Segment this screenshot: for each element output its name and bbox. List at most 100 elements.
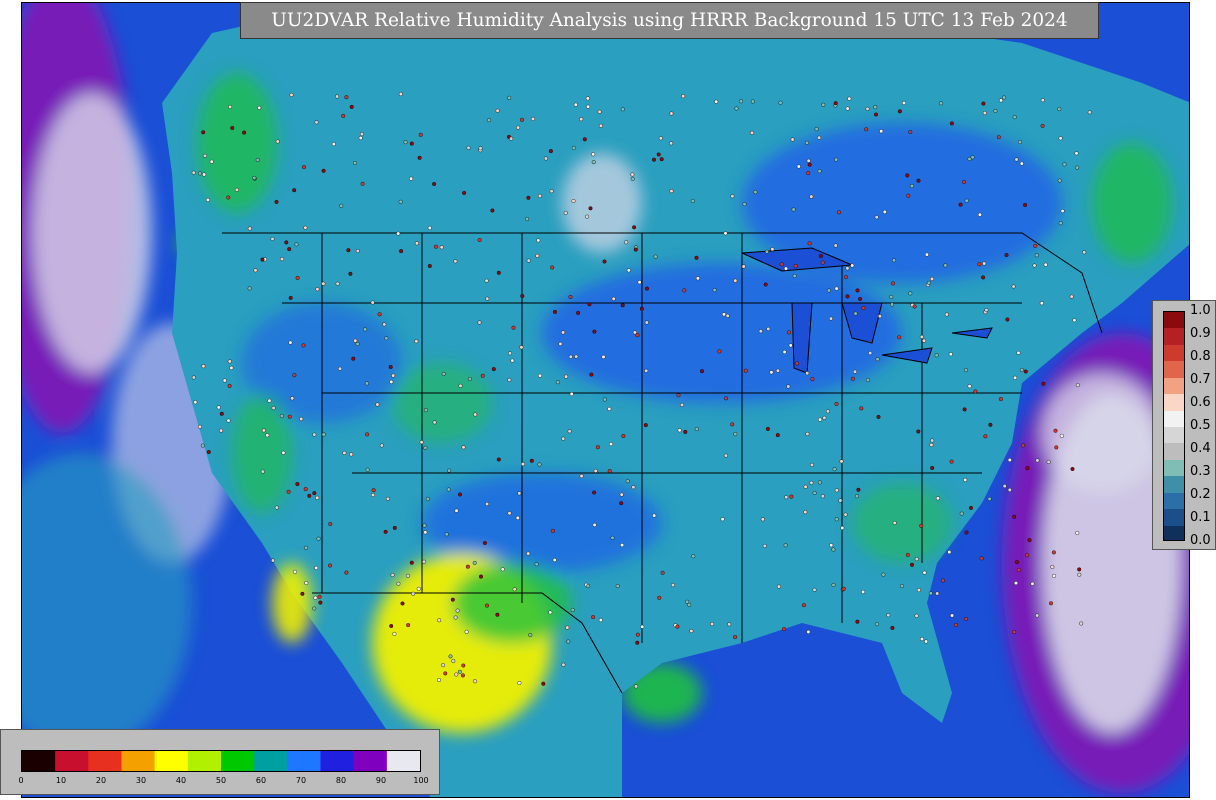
station-dot <box>379 443 384 448</box>
station-dot <box>843 512 848 517</box>
station-dot <box>293 569 298 574</box>
station-dot <box>727 622 732 627</box>
station-dot <box>312 606 317 611</box>
station-dot <box>677 428 682 433</box>
station-dot <box>500 567 505 572</box>
station-dot <box>963 477 968 482</box>
station-dot <box>809 194 814 199</box>
station-dot <box>886 613 891 618</box>
station-dot <box>561 330 566 335</box>
station-dot <box>1054 445 1059 450</box>
station-dot <box>227 383 232 388</box>
station-dot <box>805 140 810 145</box>
station-dot <box>315 495 320 500</box>
station-dot <box>710 622 715 627</box>
station-dot <box>302 165 307 170</box>
station-dot <box>882 209 887 214</box>
station-dot <box>950 613 955 618</box>
station-dot <box>303 225 308 230</box>
station-dot <box>477 237 482 242</box>
rh-colorbar-segment <box>386 751 420 771</box>
station-dot <box>977 262 982 267</box>
station-dot <box>219 411 224 416</box>
station-dot <box>550 265 555 270</box>
obs-colorbar-segment <box>1164 525 1184 540</box>
station-dot <box>874 112 879 117</box>
rh-colorbar-segment <box>254 751 288 771</box>
station-dot <box>1075 165 1080 170</box>
station-dot <box>905 552 910 557</box>
station-dot <box>473 412 478 417</box>
station-dot <box>423 530 428 535</box>
station-dot <box>831 583 836 588</box>
station-dot <box>267 398 272 403</box>
station-dot <box>834 401 839 406</box>
station-dot <box>482 541 487 546</box>
station-dot <box>834 517 839 522</box>
rh-colorbar-tick: 60 <box>255 776 267 785</box>
station-dot <box>940 578 945 583</box>
station-dot <box>1004 252 1009 257</box>
station-dot <box>635 333 640 338</box>
station-dot <box>635 632 640 637</box>
station-dot <box>1035 613 1040 618</box>
station-dot <box>810 377 815 382</box>
obs-colorbar-tick: 1.0 <box>1190 303 1211 318</box>
station-dot <box>409 560 414 565</box>
station-dot <box>1072 318 1077 323</box>
station-dot <box>615 584 620 589</box>
station-dot <box>423 408 428 413</box>
station-dot <box>958 202 963 207</box>
station-dot <box>454 672 459 677</box>
station-dot <box>1040 98 1045 103</box>
station-dot <box>457 669 462 674</box>
station-dot <box>967 156 972 161</box>
station-dot <box>853 369 858 374</box>
station-dot <box>582 137 587 142</box>
station-dot <box>778 100 783 105</box>
station-dot <box>912 304 917 309</box>
obs-colorbar-segment <box>1164 476 1184 494</box>
obs-colorbar-tick: 0.3 <box>1190 464 1211 479</box>
station-dot <box>805 431 810 436</box>
station-dot <box>549 189 554 194</box>
station-dot <box>1005 317 1010 322</box>
rh-colorbar-bar <box>21 750 421 772</box>
station-dot <box>576 310 581 315</box>
station-dot <box>769 370 774 375</box>
station-dot <box>786 384 791 389</box>
station-dot <box>730 422 735 427</box>
station-dot <box>973 389 978 394</box>
station-dot <box>304 581 309 586</box>
station-dot <box>916 178 921 183</box>
obs-colorbar-segment <box>1164 509 1184 527</box>
station-dot <box>839 459 844 464</box>
station-dot <box>782 627 787 632</box>
station-dot <box>461 663 466 668</box>
station-dot <box>534 562 539 567</box>
station-dot <box>854 494 859 499</box>
station-dot <box>633 247 638 252</box>
station-dot <box>909 183 914 188</box>
obs-colorbar: 1.0 0.9 0.8 0.7 0.6 0.5 0.4 0.3 0.2 0.1 0.0 <box>1152 300 1216 550</box>
station-dot <box>281 450 286 455</box>
station-dot <box>538 373 543 378</box>
station-dot <box>845 266 850 271</box>
station-dot <box>464 629 469 634</box>
station-dot <box>855 619 860 624</box>
station-dot <box>1023 202 1028 207</box>
station-dot <box>924 639 929 644</box>
station-dot <box>201 130 206 135</box>
station-dot <box>640 624 645 629</box>
station-dot <box>512 587 517 592</box>
station-dot <box>1058 221 1063 226</box>
station-dot <box>1040 123 1045 128</box>
station-dot <box>739 99 744 104</box>
station-dot <box>814 127 819 132</box>
station-dot <box>840 525 845 530</box>
station-dot <box>353 338 358 343</box>
station-dot <box>525 216 530 221</box>
rh-colorbar-segment <box>221 751 255 771</box>
station-dot <box>897 335 902 340</box>
station-dot <box>485 502 490 507</box>
